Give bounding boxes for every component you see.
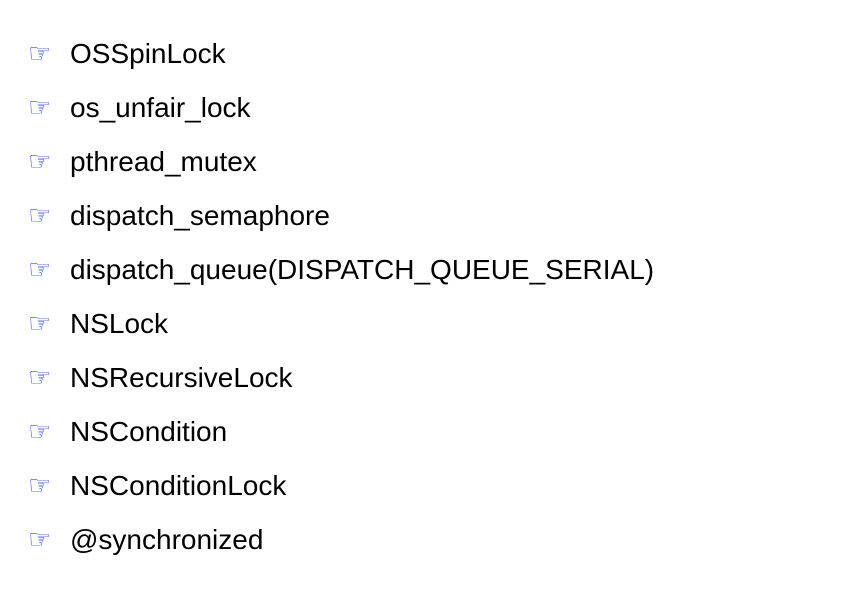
list-item: ☞ NSRecursiveLock: [28, 357, 654, 411]
pointing-hand-icon: ☞: [28, 417, 52, 447]
list-item: ☞ NSLock: [28, 303, 654, 357]
list-item-label: dispatch_semaphore: [70, 200, 330, 231]
list-item-label: NSRecursiveLock: [70, 362, 293, 393]
lock-list: ☞ OSSpinLock ☞ os_unfair_lock ☞ pthread_mutex…: [28, 33, 654, 573]
list-item: ☞ dispatch_semaphore: [28, 195, 654, 249]
list-item-label: os_unfair_lock: [70, 92, 251, 123]
list-item-label: @synchronized: [70, 524, 264, 555]
pointing-hand-icon: ☞: [28, 309, 52, 339]
pointing-hand-icon: ☞: [28, 255, 52, 285]
list-item: ☞ pthread_mutex: [28, 141, 654, 195]
list-item: ☞ os_unfair_lock: [28, 87, 654, 141]
list-item-label: NSConditionLock: [70, 470, 287, 501]
pointing-hand-icon: ☞: [28, 363, 52, 393]
list-item: ☞ NSCondition: [28, 411, 654, 465]
list-item-label: NSLock: [70, 308, 169, 339]
pointing-hand-icon: ☞: [28, 525, 52, 555]
pointing-hand-icon: ☞: [28, 93, 52, 123]
pointing-hand-icon: ☞: [28, 201, 52, 231]
list-item-label: OSSpinLock: [70, 38, 226, 69]
list-item-label: pthread_mutex: [70, 146, 257, 177]
list-item-label: dispatch_queue(DISPATCH_QUEUE_SERIAL): [70, 254, 655, 285]
pointing-hand-icon: ☞: [28, 147, 52, 177]
pointing-hand-icon: ☞: [28, 39, 52, 69]
list-item: ☞ @synchronized: [28, 519, 654, 573]
list-item: ☞ OSSpinLock: [28, 33, 654, 87]
list-item: ☞ dispatch_queue(DISPATCH_QUEUE_SERIAL): [28, 249, 654, 303]
pointing-hand-icon: ☞: [28, 471, 52, 501]
list-item: ☞ NSConditionLock: [28, 465, 654, 519]
list-item-label: NSCondition: [70, 416, 228, 447]
